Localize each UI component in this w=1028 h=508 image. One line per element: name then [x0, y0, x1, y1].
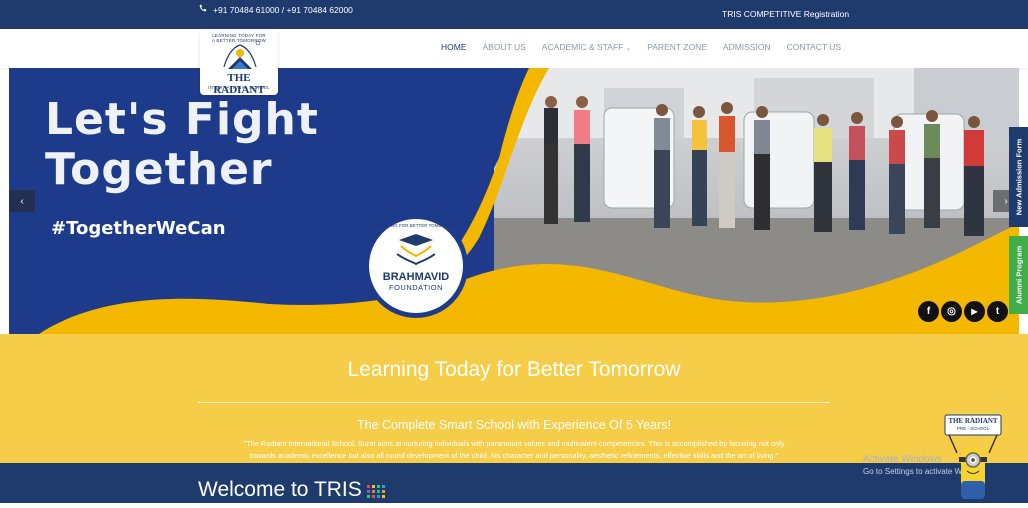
colorful-dots-icon [367, 485, 385, 498]
chevron-down-icon: ⌄ [625, 45, 632, 52]
nav-contact-us[interactable]: CONTACT US [787, 42, 841, 52]
mascot-sign-name: THE RADIANT [948, 417, 998, 425]
foundation-arc-text: WORKING FOR BETTER TOMORROW [375, 223, 457, 228]
logo-emblem-icon [223, 40, 261, 69]
nav-about-us[interactable]: ABOUT US [483, 42, 526, 52]
hero-headline-line2: Together [45, 144, 273, 195]
alumni-program-tab-label: Alumni Program [1014, 245, 1023, 305]
hero-hashtag: #TogetherWeCan [51, 218, 226, 239]
new-admission-tab[interactable]: New Admission Form [1009, 127, 1028, 227]
intro-paragraph: "The Radiant International School, Surat… [196, 438, 832, 462]
welcome-title: Welcome to TRIS [198, 478, 362, 501]
intro-paragraph-line1: "The Radiant International School, Surat… [243, 439, 785, 448]
hero-headline: Let's Fight Together [45, 95, 319, 195]
phone-numbers[interactable]: +91 70484 61000 / +91 70484 62000 [213, 5, 353, 15]
nav-parent-zone[interactable]: PARENT ZONE [647, 42, 707, 52]
chevron-right-icon: › [1004, 195, 1008, 207]
hero-slider[interactable]: Let's Fight Together #TogetherWeCan ‹ › [9, 68, 1019, 334]
intro-paragraph-line2: towards academic excellence but also all… [249, 451, 779, 460]
instagram-icon[interactable]: ◎ [941, 301, 962, 322]
slider-prev-button[interactable]: ‹ [9, 190, 35, 212]
nav-academic-staff[interactable]: ACADEMIC & STAFF ⌄ [542, 42, 631, 52]
logo-name: THE RADIANT [213, 72, 265, 96]
foundation-circle [364, 214, 468, 318]
contact-phones: +91 70484 61000 / +91 70484 62000 [198, 4, 353, 15]
intro-subtitle: The Complete Smart School with Experienc… [356, 418, 672, 432]
intro-divider [198, 402, 830, 403]
nav-admission[interactable]: ADMISSION [723, 42, 771, 52]
foundation-name: BRAHMAVID [382, 271, 450, 283]
registration-link[interactable]: TRIS COMPETITIVE Registration [722, 9, 849, 19]
new-admission-tab-label: New Admission Form [1014, 138, 1023, 216]
nav-academic-staff-label: ACADEMIC & STAFF [541, 42, 624, 52]
twitter-icon[interactable]: t [987, 301, 1008, 322]
minion-mascot[interactable]: THE RADIANT PRE - SCHOOL [943, 413, 1003, 503]
nav-home[interactable]: HOME [441, 42, 467, 52]
foundation-badge: WORKING FOR BETTER TOMORROW BRAHMAVID FO… [347, 212, 485, 320]
intro-title: Learning Today for Better Tomorrow [347, 358, 681, 381]
logo-subtitle: INTERNATIONAL SCHOOL [208, 85, 270, 90]
foundation-sub: FOUNDATION [388, 283, 444, 292]
phone-icon [198, 4, 207, 15]
social-links: f ◎ ▶ t [918, 301, 1008, 322]
intro-section: Learning Today for Better Tomorrow The C… [0, 334, 1028, 463]
alumni-program-tab[interactable]: Alumni Program [1009, 236, 1028, 314]
nav-menu: HOME ABOUT US ACADEMIC & STAFF ⌄ PARENT Z… [441, 42, 857, 52]
mascot-sign-sub: PRE - SCHOOL [956, 426, 990, 431]
top-bar: +91 70484 61000 / +91 70484 62000 TRIS C… [0, 0, 1028, 29]
chevron-left-icon: ‹ [20, 195, 24, 207]
facebook-icon[interactable]: f [918, 301, 939, 322]
hero-headline-line1: Let's Fight [45, 94, 319, 145]
school-logo[interactable]: LEARNING TODAY FOR A BETTER TOMORROW THE… [200, 31, 278, 96]
youtube-icon[interactable]: ▶ [964, 301, 985, 322]
